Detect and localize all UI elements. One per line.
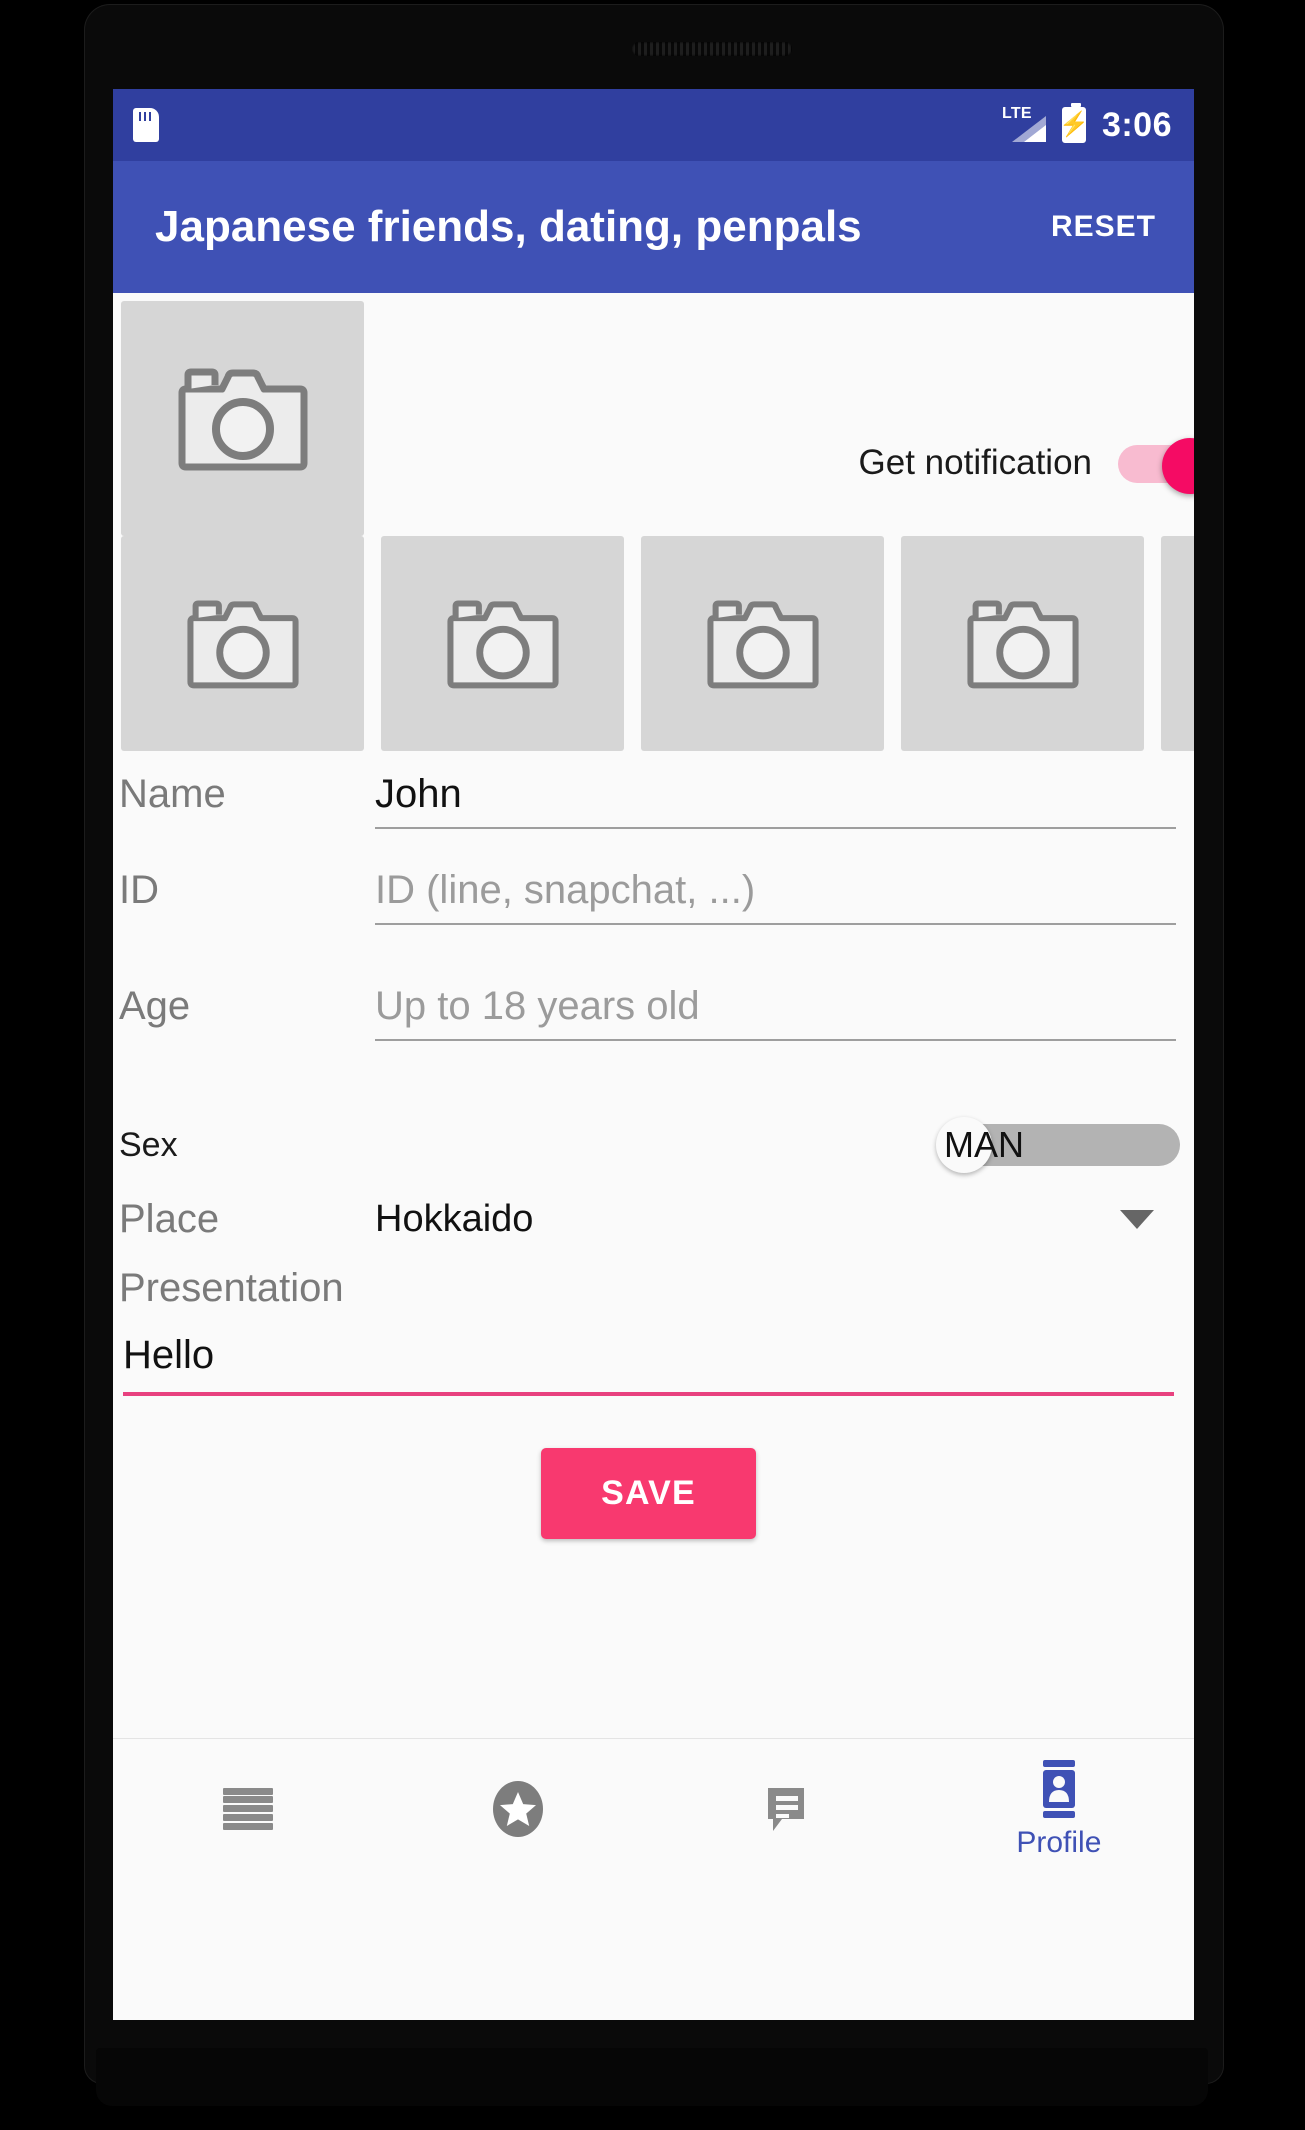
sex-toggle-value: MAN bbox=[944, 1124, 1024, 1165]
nav-item-favorites[interactable] bbox=[383, 1739, 653, 1878]
bottom-navigation: Profile bbox=[113, 1738, 1194, 1878]
presentation-value: Hello bbox=[123, 1333, 215, 1377]
sex-label: Sex bbox=[119, 1125, 178, 1164]
status-bar: LTE ⚡ 3:06 bbox=[113, 89, 1194, 161]
camera-icon bbox=[178, 368, 307, 470]
nav-item-profile[interactable]: Profile bbox=[924, 1739, 1194, 1878]
battery-charging-icon: ⚡ bbox=[1058, 103, 1089, 143]
name-row: Name John bbox=[113, 758, 1184, 868]
photo-thumbnail-strip[interactable] bbox=[113, 536, 1194, 758]
notification-toggle[interactable] bbox=[1118, 438, 1194, 494]
presentation-label: Presentation bbox=[119, 1266, 344, 1310]
nav-item-list[interactable] bbox=[113, 1739, 383, 1878]
sex-row: Sex MAN bbox=[113, 1100, 1184, 1180]
photo-thumbnail[interactable] bbox=[1161, 536, 1194, 751]
name-label: Name bbox=[119, 772, 226, 816]
nav-item-profile-label: Profile bbox=[1016, 1825, 1102, 1859]
camera-icon bbox=[706, 599, 819, 688]
reset-button[interactable]: RESET bbox=[1043, 200, 1164, 254]
status-bar-right: LTE ⚡ 3:06 bbox=[1002, 103, 1172, 145]
phone-screen: LTE ⚡ 3:06 Japanese friends, dating, pen… bbox=[113, 89, 1194, 2020]
age-row: Age Up to 18 years old bbox=[113, 984, 1184, 1100]
place-value: Hokkaido bbox=[375, 1197, 534, 1240]
place-label: Place bbox=[119, 1196, 220, 1241]
main-photo-placeholder[interactable] bbox=[121, 301, 364, 536]
name-value: John bbox=[375, 772, 462, 816]
sd-card-icon bbox=[133, 108, 159, 142]
save-button[interactable]: SAVE bbox=[541, 1448, 756, 1539]
age-input[interactable]: Up to 18 years old bbox=[375, 984, 1176, 1041]
contact-card-icon bbox=[1042, 1759, 1075, 1818]
camera-icon bbox=[186, 599, 299, 688]
presentation-input[interactable]: Hello bbox=[123, 1333, 1174, 1396]
page-title: Japanese friends, dating, penpals bbox=[155, 202, 862, 251]
camera-icon bbox=[966, 599, 1079, 688]
photo-thumbnail[interactable] bbox=[641, 536, 884, 751]
notification-label: Get notification bbox=[858, 443, 1092, 482]
age-label: Age bbox=[119, 984, 191, 1028]
chevron-down-icon[interactable] bbox=[1120, 1209, 1154, 1229]
id-row: ID ID (line, snapchat, ...) bbox=[113, 868, 1184, 984]
save-row: SAVE bbox=[113, 1448, 1184, 1539]
signal-bars-icon: LTE bbox=[1002, 105, 1046, 144]
list-menu-icon bbox=[223, 1787, 274, 1830]
status-bar-clock: 3:06 bbox=[1101, 105, 1172, 144]
age-placeholder: Up to 18 years old bbox=[375, 984, 700, 1028]
photo-thumbnail[interactable] bbox=[901, 536, 1144, 751]
nav-item-messages[interactable] bbox=[654, 1739, 924, 1878]
signal-triangle-icon bbox=[1011, 116, 1046, 142]
screenshot-stage: LTE ⚡ 3:06 Japanese friends, dating, pen… bbox=[0, 0, 1305, 2130]
camera-icon bbox=[446, 599, 559, 688]
name-input[interactable]: John bbox=[375, 772, 1176, 829]
profile-content: Get notification Name John ID ID (line, … bbox=[113, 293, 1194, 1878]
earpiece-speaker-icon bbox=[632, 42, 792, 56]
status-bar-left bbox=[133, 108, 159, 142]
profile-form: Name John ID ID (line, snapchat, ...) Ag… bbox=[113, 758, 1194, 1539]
star-circle-icon bbox=[493, 1780, 544, 1837]
chat-bubble-icon bbox=[767, 1787, 804, 1831]
charging-bolt-icon: ⚡ bbox=[1058, 111, 1089, 138]
place-row[interactable]: Place Hokkaido bbox=[113, 1180, 1184, 1258]
photo-thumbnail[interactable] bbox=[121, 536, 364, 751]
phone-bottom-chin bbox=[96, 2048, 1208, 2106]
app-bar: Japanese friends, dating, penpals RESET bbox=[113, 161, 1194, 293]
id-placeholder: ID (line, snapchat, ...) bbox=[375, 868, 756, 912]
notification-toggle-row: Get notification bbox=[858, 438, 1194, 494]
hero-row: Get notification bbox=[113, 293, 1194, 536]
sex-toggle[interactable]: MAN bbox=[936, 1117, 1180, 1173]
photo-thumbnail[interactable] bbox=[381, 536, 624, 751]
id-label: ID bbox=[119, 868, 159, 912]
id-input[interactable]: ID (line, snapchat, ...) bbox=[375, 868, 1176, 925]
